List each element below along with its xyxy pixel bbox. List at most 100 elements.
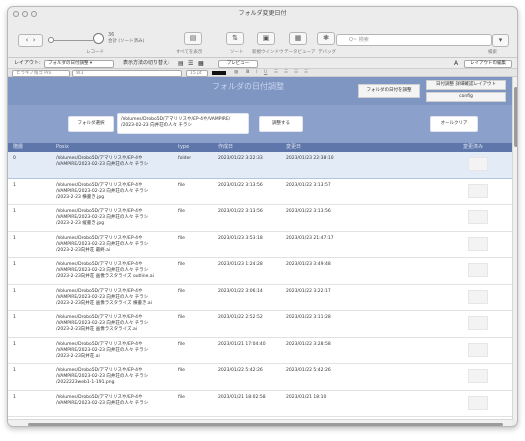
debug-label: デバッグ (318, 50, 336, 55)
table-row[interactable]: 1/Volumes/Drobo5D/アマリリスや/EP-4や /VAMPIRE/… (8, 390, 512, 417)
header-posix[interactable]: Posix (56, 143, 69, 152)
row-modified: 2023/01/21 18:10 (286, 394, 327, 400)
horizontal-scrollbar[interactable] (8, 419, 512, 426)
header-modified[interactable]: 変更日 (286, 143, 301, 152)
font-size-select[interactable]: 15 pt (186, 70, 208, 77)
records-subtitle: 合計 (ソート済み) (108, 39, 145, 44)
highlight-icon[interactable]: ▩ (234, 69, 238, 77)
table-row[interactable]: 1/Volumes/Drobo5D/アマリリスや/EP-4や /VAMPIRE/… (8, 337, 512, 364)
vertical-scroll-thumb[interactable] (514, 87, 517, 147)
close-window-button[interactable] (13, 11, 19, 17)
row-type: file (178, 209, 185, 214)
row-changed-field[interactable] (468, 263, 488, 277)
font-select[interactable]: ヒラギノ角ゴ Pro (12, 70, 70, 77)
italic-button[interactable]: I (256, 69, 257, 77)
edit-layout-button[interactable]: レイアウトの編集 (464, 60, 512, 68)
underline-button[interactable]: U (264, 69, 267, 77)
row-level: 1 (13, 288, 16, 294)
search-input[interactable]: Q~ 検索 (336, 34, 492, 46)
row-type: file (178, 394, 185, 400)
row-changed-field[interactable] (468, 210, 488, 224)
new-window-label: 新規ウインドウ (252, 50, 284, 55)
table-row[interactable]: 1/Volumes/Drobo5D/アマリリスや/EP-4や /VAMPIRE/… (8, 284, 512, 311)
table-row[interactable]: 1/Volumes/Drobo5D/アマリリスや/EP-4や /VAMPIRE/… (8, 364, 512, 391)
preview-button[interactable]: プレビュー (218, 60, 258, 68)
config-button[interactable]: config (426, 92, 506, 102)
row-created: 2023/01/21 18:02:58 (218, 394, 266, 400)
row-changed-field[interactable] (468, 183, 488, 198)
header-level[interactable]: 階層 (13, 143, 23, 152)
prev-record-icon[interactable]: ‹ (25, 36, 28, 44)
row-modified: 2023/01/22 3:22:17 (286, 288, 331, 294)
minimize-window-button[interactable] (22, 11, 28, 17)
folder-path-field[interactable]: /Volumes/Drobo5D/アマリリスや/EP-4や/VAMPIRE/ /… (117, 113, 249, 134)
header-type[interactable]: type (178, 143, 189, 152)
new-window-button[interactable]: ▣ (257, 32, 275, 45)
row-posix: /Volumes/Drobo5D/アマリリスや/EP-4や /VAMPIRE/2… (56, 209, 149, 226)
row-changed-field[interactable] (468, 395, 488, 410)
adjust-folder-date-button[interactable]: フォルダの日付を調整 (358, 84, 420, 98)
adjust-button[interactable]: 調整する (259, 116, 303, 132)
align-left-icon[interactable]: ☰ (274, 69, 278, 77)
all-clear-button[interactable]: オールクリア (430, 116, 478, 132)
row-type: file (178, 368, 185, 373)
row-modified: 2023/01/22 3:11:28 (286, 315, 331, 320)
row-created: 2023/01/22 3:22:33 (218, 156, 263, 161)
align-center-icon[interactable]: ☰ (284, 69, 288, 77)
show-all-button[interactable]: ▤ (184, 32, 202, 45)
row-modified: 2023/01/23 21:47:17 (286, 235, 334, 241)
row-posix: /Volumes/Drobo5D/アマリリスや/EP-4や /VAMPIRE/2… (56, 341, 149, 359)
row-level: 1 (13, 235, 16, 241)
row-type: file (178, 315, 185, 320)
row-modified: 2023/01/22 3:28:58 (286, 341, 331, 347)
record-slider[interactable] (48, 40, 93, 41)
toolbar: ‹ › 36 合計 (ソート済み) レコード ▤ すべてを表示 ⇅ ソート ▣ … (8, 21, 517, 57)
table-row[interactable]: 0/Volumes/Drobo5D/アマリリスや/EP-4や /VAMPIRE/… (8, 152, 512, 179)
zoom-window-button[interactable] (31, 11, 37, 17)
table-header: 階層 Posix type 作成日 変更日 変更済み (8, 143, 517, 152)
row-created: 2023/01/21 17:04:40 (218, 341, 266, 347)
header-changed[interactable]: 変更済み (463, 143, 483, 152)
next-record-icon[interactable]: › (33, 36, 36, 44)
header-created[interactable]: 作成日 (218, 143, 233, 152)
table-body: 0/Volumes/Drobo5D/アマリリスや/EP-4や /VAMPIRE/… (8, 152, 512, 419)
table-row[interactable]: 1/Volumes/Drobo5D/アマリリスや/EP-4や /VAMPIRE/… (8, 258, 512, 285)
row-level: 1 (13, 209, 16, 214)
row-level: 0 (13, 156, 16, 161)
layout-select-value: フォルダの日付調整 (48, 61, 89, 66)
row-changed-field[interactable] (468, 342, 488, 357)
search-label: 検索 (488, 50, 497, 55)
bold-button[interactable]: B (246, 69, 249, 77)
app-header: フォルダの日付調整 フォルダの日付を調整 日付調整 詳細確認レイアウト conf… (8, 77, 517, 105)
row-posix: /Volumes/Drobo5D/アマリリスや/EP-4や /VAMPIRE/2… (56, 235, 149, 253)
row-type: file (178, 235, 185, 241)
table-row[interactable]: 1/Volumes/Drobo5D/アマリリスや/EP-4や /VAMPIRE/… (8, 205, 512, 232)
row-type: file (178, 288, 185, 294)
record-slider-thumb[interactable] (48, 37, 54, 43)
row-changed-field[interactable] (468, 289, 488, 304)
font-style-select[interactable]: W3 (72, 70, 182, 77)
table-row[interactable]: 1/Volumes/Drobo5D/アマリリスや/EP-4や /VAMPIRE/… (8, 231, 512, 258)
text-color-swatch[interactable] (212, 71, 226, 75)
row-level: 1 (13, 315, 16, 320)
row-posix: /Volumes/Drobo5D/アマリリスや/EP-4や /VAMPIRE/2… (56, 288, 152, 306)
row-type: file (178, 182, 185, 188)
date-adjust-layout-button[interactable]: 日付調整 詳細確認レイアウト (426, 80, 506, 90)
row-changed-field[interactable] (468, 236, 488, 251)
table-row[interactable]: 1/Volumes/Drobo5D/アマリリスや/EP-4や /VAMPIRE/… (8, 311, 512, 338)
vertical-scrollbar[interactable] (512, 77, 517, 420)
align-right-icon[interactable]: ☰ (294, 69, 298, 77)
data-viewer-button[interactable]: ▦ (289, 32, 307, 45)
row-changed-field[interactable] (468, 316, 488, 330)
record-nav-buttons[interactable]: ‹ › (18, 34, 43, 47)
search-dropdown-icon[interactable]: ▾ (492, 34, 509, 47)
sort-button[interactable]: ⇅ (226, 32, 244, 45)
row-changed-field[interactable] (468, 369, 488, 383)
row-changed-field[interactable] (468, 157, 488, 171)
table-row[interactable]: 1/Volumes/Drobo5D/アマリリスや/EP-4や /VAMPIRE/… (8, 178, 512, 205)
horizontal-scroll-thumb[interactable] (28, 423, 503, 426)
debug-button[interactable]: ❃ (317, 32, 335, 45)
layout-select[interactable]: フォルダの日付調整 ▾ (44, 60, 114, 68)
align-justify-icon[interactable]: ☰ (304, 69, 308, 77)
folder-select-button[interactable]: フォルダ選択 (68, 116, 114, 132)
